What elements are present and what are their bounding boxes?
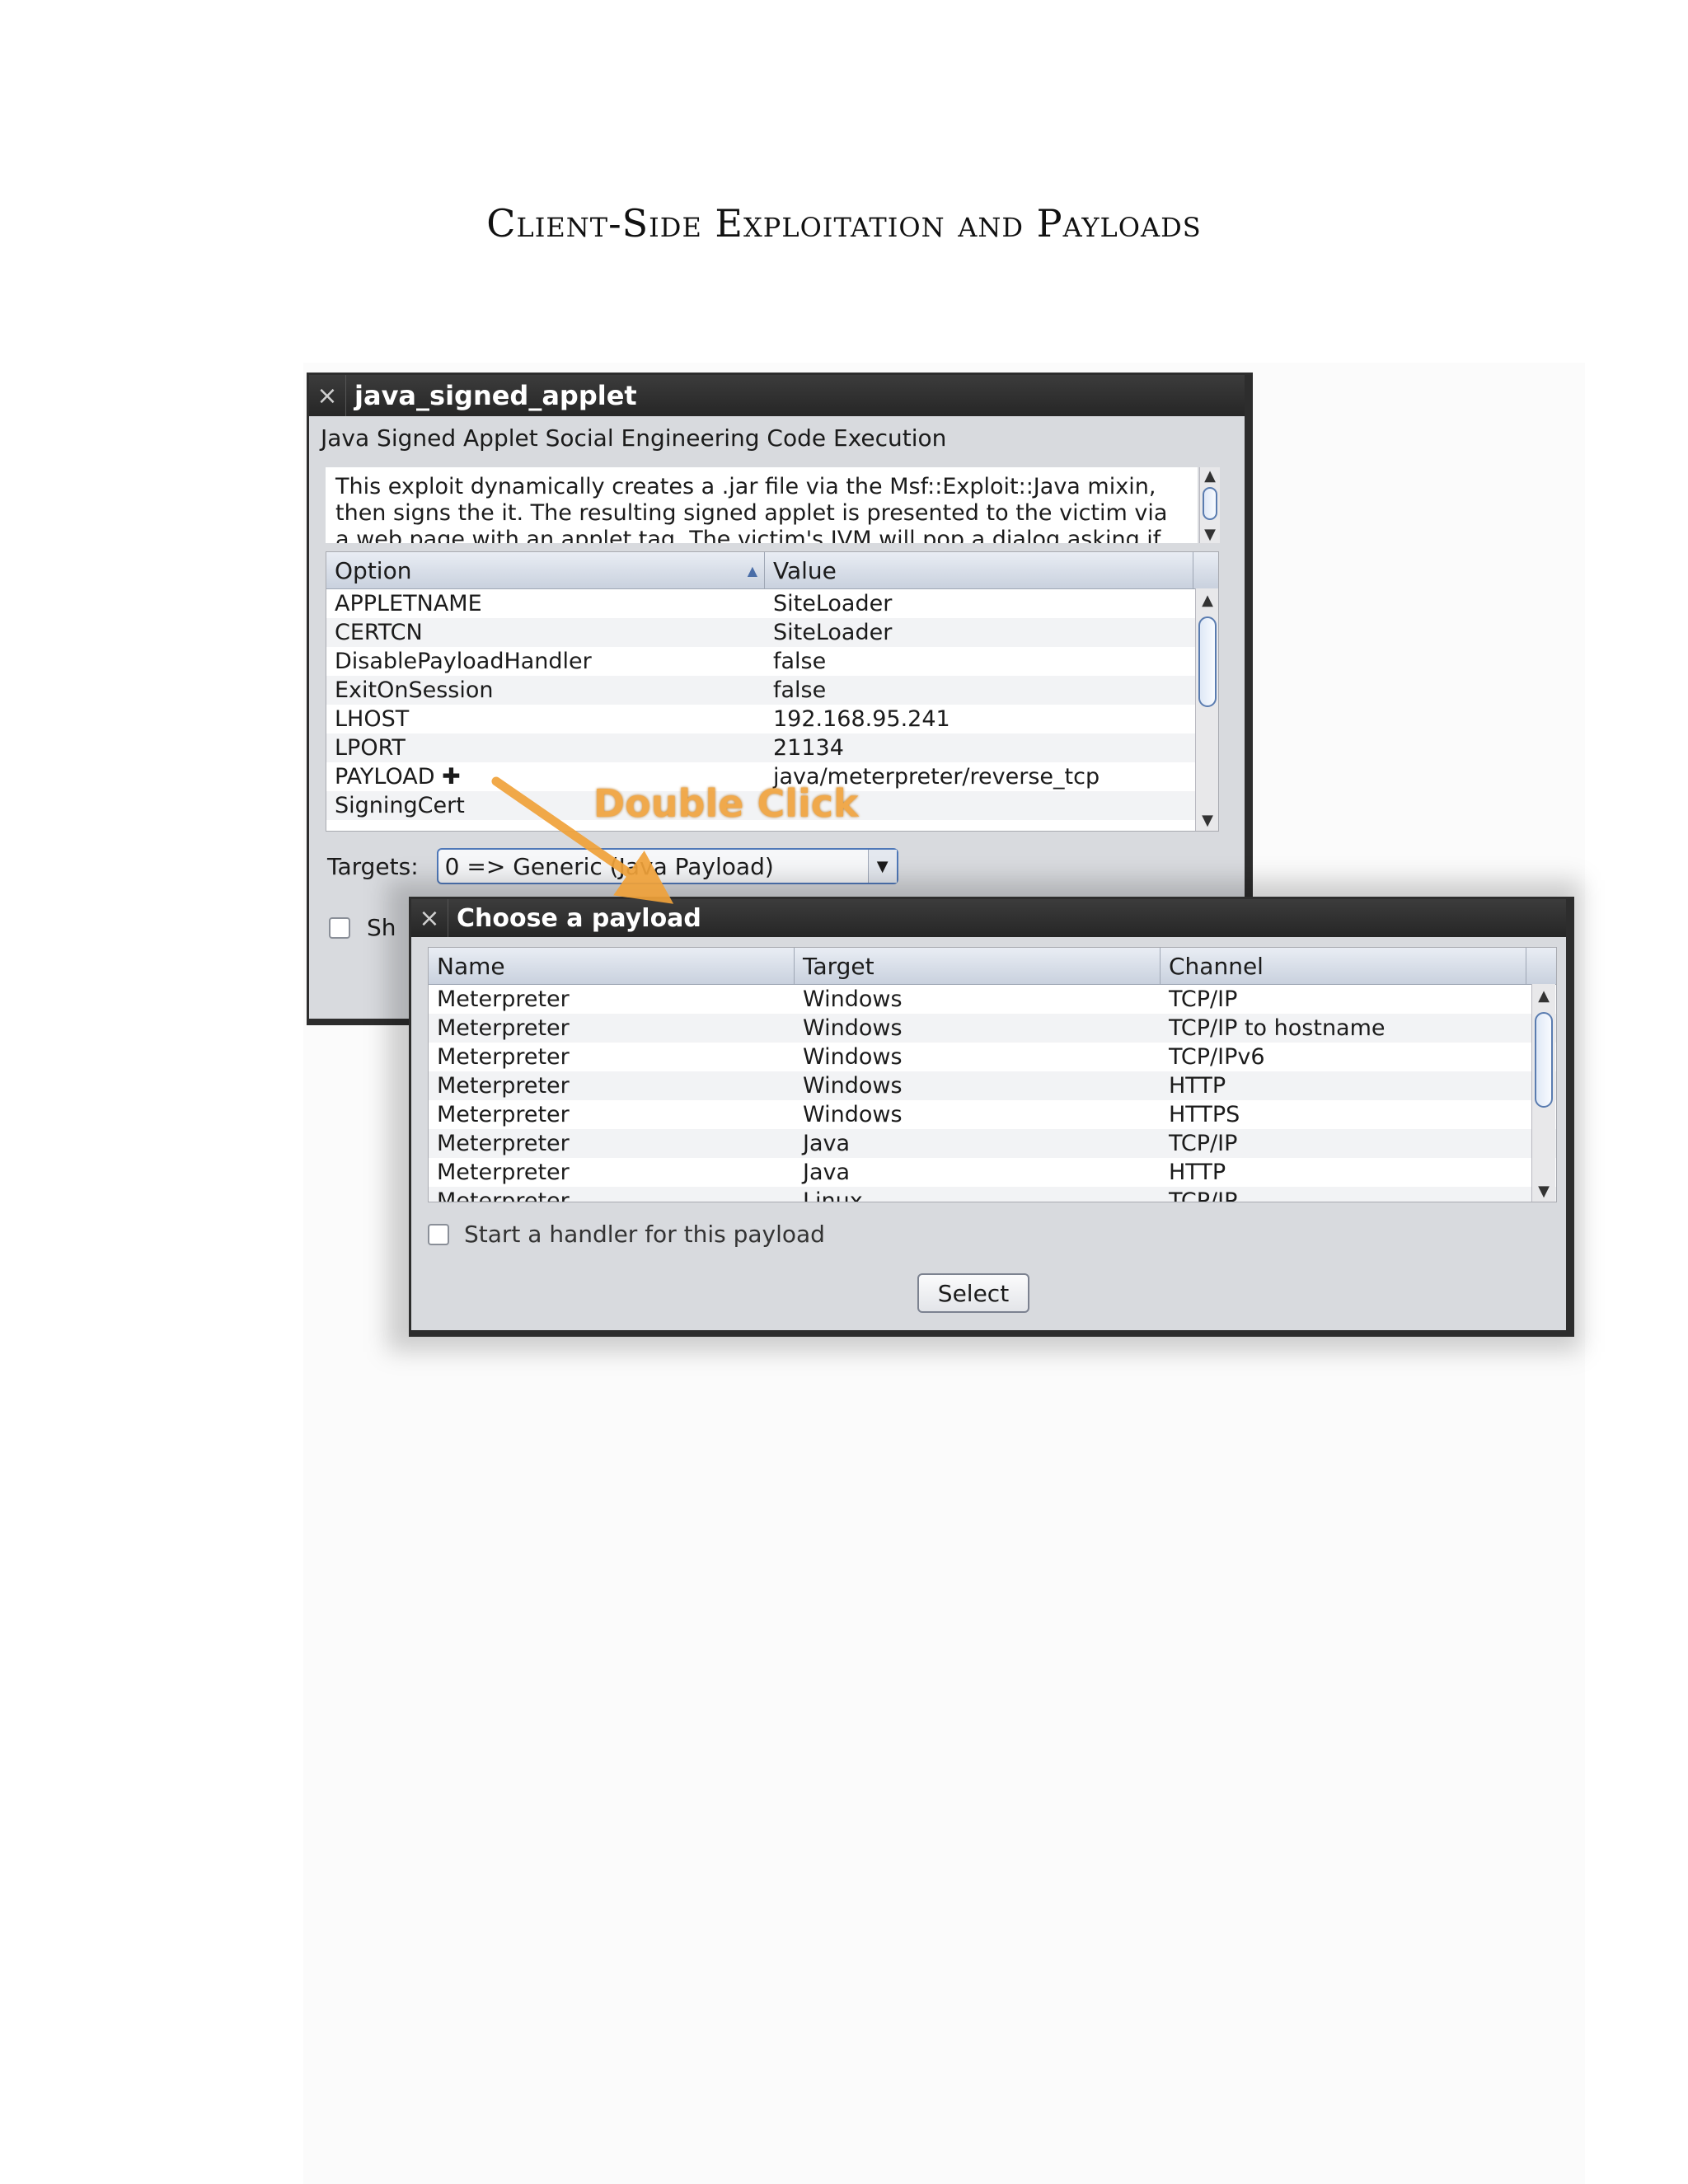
payload-channel: HTTPS [1169,1102,1240,1127]
payload-name: Meterpreter [437,1073,570,1099]
option-name: ExitOnSession [335,677,494,703]
handler-checkbox[interactable] [428,1223,449,1245]
payload-scrollbar[interactable]: ▲ ▼ [1531,984,1555,1202]
payload-target: Java [803,1131,851,1156]
payload-target: Windows [803,1015,903,1041]
payload-channel: TCP/IP [1169,1188,1238,1202]
option-value: false [773,677,827,703]
table-row[interactable]: ExitOnSession false [326,676,1218,705]
targets-label: Targets: [327,852,419,880]
payload-target: Windows [803,1044,903,1070]
table-row[interactable]: Meterpreter Windows HTTP [429,1071,1556,1100]
payload-target: Windows [803,1073,903,1099]
payload-target: Java [803,1160,851,1185]
module-title: java_signed_applet [345,375,637,416]
column-header-value[interactable]: Value [765,552,1193,588]
module-description: This exploit dynamically creates a .jar … [326,467,1198,543]
payload-channel: HTTP [1169,1160,1226,1185]
column-header-channel[interactable]: Channel [1160,948,1526,984]
scroll-down-icon[interactable]: ▼ [1196,812,1218,829]
column-header-option[interactable]: Option ▲ [326,552,765,588]
payload-channel: TCP/IPv6 [1169,1044,1265,1070]
scroll-up-icon[interactable]: ▲ [1196,592,1218,609]
column-header-target-label: Target [803,952,874,980]
option-value: 21134 [773,735,844,761]
select-button-label: Select [937,1279,1010,1307]
scroll-thumb[interactable] [1198,616,1217,707]
module-titlebar: × java_signed_applet [309,375,1245,416]
module-description-text: This exploit dynamically creates a .jar … [335,474,1168,543]
options-scrollbar[interactable]: ▲ ▼ [1195,588,1218,831]
option-name: CERTCN [335,620,423,645]
option-name: LHOST [335,706,410,732]
column-header-name-label: Name [437,952,505,980]
payload-channel: TCP/IP [1169,987,1238,1012]
payload-name: Meterpreter [437,1188,570,1202]
table-row[interactable]: CERTCN SiteLoader [326,618,1218,647]
table-row[interactable]: Meterpreter Windows HTTPS [429,1100,1556,1129]
scroll-down-icon[interactable]: ▼ [1532,1183,1555,1200]
payload-target: Windows [803,1102,903,1127]
show-checkbox[interactable] [329,916,350,939]
table-row[interactable]: Meterpreter Linux TCP/IP [429,1187,1556,1202]
scroll-thumb[interactable] [1203,487,1217,520]
select-button[interactable]: Select [917,1273,1029,1313]
option-name: APPLETNAME [335,591,482,616]
show-option-row: Sh [329,914,396,941]
description-scrollbar[interactable]: ▲ ▼ [1199,467,1220,543]
option-value: SiteLoader [773,620,893,645]
table-row[interactable]: Meterpreter Windows TCP/IP [429,985,1556,1014]
options-header: Option ▲ Value [326,552,1218,589]
payload-name: Meterpreter [437,1015,570,1041]
payload-header: Name Target Channel [429,948,1556,985]
option-value: 192.168.95.241 [773,706,950,732]
handler-label: Start a handler for this payload [464,1221,825,1248]
payload-name: Meterpreter [437,1160,570,1185]
chevron-down-icon[interactable]: ▼ [867,850,897,883]
payload-name: Meterpreter [437,1102,570,1127]
table-row[interactable]: Meterpreter Windows TCP/IP to hostname [429,1014,1556,1043]
column-header-target[interactable]: Target [795,948,1160,984]
sort-ascending-icon: ▲ [747,562,757,579]
payload-window: × Choose a payload Name Target Channel M… [409,897,1574,1337]
close-icon[interactable]: × [309,382,345,410]
table-row[interactable]: Meterpreter Windows TCP/IPv6 [429,1043,1556,1071]
option-value: SiteLoader [773,591,893,616]
option-name: LPORT [335,735,406,761]
scroll-up-icon[interactable]: ▲ [1200,467,1220,485]
scroll-thumb[interactable] [1535,1012,1553,1108]
payload-name: Meterpreter [437,1131,570,1156]
payload-target: Windows [803,987,903,1012]
table-row[interactable]: Meterpreter Java HTTP [429,1158,1556,1187]
option-value: false [773,649,827,674]
table-row[interactable]: LPORT 21134 [326,733,1218,762]
handler-row: Start a handler for this payload [428,1221,825,1248]
column-header-name[interactable]: Name [429,948,795,984]
column-header-value-label: Value [773,556,837,584]
payload-channel: TCP/IP to hostname [1169,1015,1386,1041]
option-name: DisablePayloadHandler [335,649,592,674]
payload-name: Meterpreter [437,1044,570,1070]
payload-channel: TCP/IP [1169,1131,1238,1156]
table-row[interactable]: Meterpreter Java TCP/IP [429,1129,1556,1158]
table-row[interactable]: LHOST 192.168.95.241 [326,705,1218,733]
annotation-label: Double Click [593,781,859,826]
page-title: Client-Side Exploitation and Payloads [486,201,1202,246]
column-header-channel-label: Channel [1169,952,1264,980]
payload-target: Linux [803,1188,863,1202]
scroll-down-icon[interactable]: ▼ [1200,526,1220,543]
payload-body: Meterpreter Windows TCP/IP Meterpreter Windo… [429,985,1556,1202]
table-row[interactable]: DisablePayloadHandler false [326,647,1218,676]
payload-table: Name Target Channel Meterpreter Windows TC… [428,947,1557,1202]
scroll-up-icon[interactable]: ▲ [1532,987,1555,1005]
payload-name: Meterpreter [437,987,570,1012]
payload-channel: HTTP [1169,1073,1226,1099]
close-icon[interactable]: × [411,904,448,933]
table-row[interactable]: APPLETNAME SiteLoader [326,589,1218,618]
column-header-option-label: Option [335,556,412,584]
module-subtitle: Java Signed Applet Social Engineering Co… [321,424,947,452]
